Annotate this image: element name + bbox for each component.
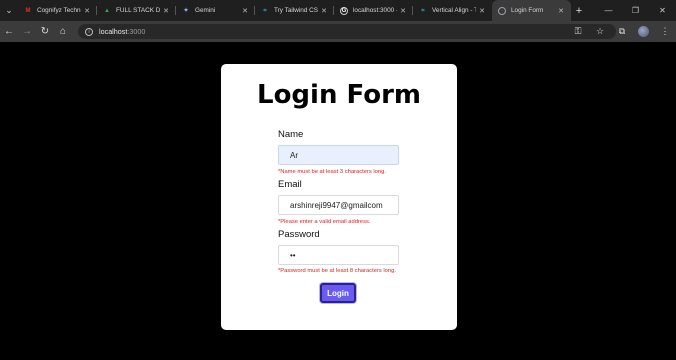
minimize-icon[interactable]: — — [595, 0, 622, 21]
close-window-icon[interactable]: ✕ — [649, 0, 676, 21]
new-tab-icon[interactable]: + — [571, 0, 587, 21]
tab-close-icon[interactable]: ✕ — [241, 7, 249, 15]
tab-title: Gemini — [195, 7, 216, 14]
login-card: Login Form Name Ar *Name must be at leas… — [221, 64, 457, 330]
name-label: Name — [278, 129, 304, 140]
password-label: Password — [278, 229, 320, 240]
password-error: *Password must be at least 8 characters … — [278, 268, 396, 274]
tab-gemini[interactable]: ✦ Gemini ✕ — [176, 0, 255, 21]
gmail-icon: M — [25, 7, 31, 14]
tab-search-icon[interactable]: ⌄ — [0, 0, 18, 21]
tab-title: Vertical Align - T — [432, 7, 476, 14]
gemini-icon: ✦ — [183, 8, 189, 14]
tab-cognifyz[interactable]: M Cognifyz Technol ✕ — [18, 0, 97, 21]
browser-toolbar: ← → ↻ ⌂ i localhost:3000 ⚿ ☆ ⧉ ⋮ — [0, 21, 676, 42]
forward-icon[interactable]: → — [18, 21, 36, 42]
password-input[interactable]: •• — [278, 245, 399, 265]
tab-close-icon[interactable]: ✕ — [557, 7, 565, 15]
tab-close-icon[interactable]: ✕ — [83, 7, 91, 15]
form-title: Login Form — [257, 80, 421, 110]
tailwind-icon: ≈ — [421, 7, 425, 14]
extensions-icon[interactable]: ⧉ — [611, 21, 633, 42]
tab-login-form[interactable]: Login Form ✕ — [492, 0, 571, 21]
address-port: :3000 — [127, 27, 146, 36]
bookmark-star-icon[interactable]: ☆ — [589, 21, 611, 42]
address-host: localhost — [99, 27, 128, 36]
globe-icon — [498, 6, 506, 15]
maximize-icon[interactable]: ❐ — [622, 0, 649, 21]
page-viewport: Login Form Name Ar *Name must be at leas… — [0, 42, 676, 360]
tab-close-icon[interactable]: ✕ — [162, 7, 170, 15]
toolbar-actions: ⚿ ☆ ⧉ ⋮ — [567, 21, 676, 42]
tab-close-icon[interactable]: ✕ — [399, 7, 407, 15]
reload-icon[interactable]: ↻ — [36, 21, 54, 42]
tab-title: Cognifyz Technol — [37, 7, 81, 14]
profile-avatar[interactable] — [638, 26, 649, 37]
email-error: *Please enter a valid email address. — [278, 219, 371, 225]
tailwind-icon: ≈ — [263, 7, 267, 14]
tab-tailwind[interactable]: ≈ Try Tailwind CSS ✕ — [255, 0, 334, 21]
name-error: *Name must be at least 3 characters long… — [278, 169, 386, 175]
email-input[interactable]: arshinreji9947@gmailcom — [278, 195, 399, 215]
tab-title: FULL STACK DEVE — [116, 7, 160, 14]
tab-title: Try Tailwind CSS — [274, 7, 318, 14]
tab-title: localhost:3000 - C — [353, 7, 397, 14]
address-bar[interactable]: i localhost:3000 — [78, 24, 616, 39]
password-key-icon[interactable]: ⚿ — [567, 21, 589, 42]
tab-vertical-align[interactable]: ≈ Vertical Align - T ✕ — [413, 0, 492, 21]
back-icon[interactable]: ← — [0, 21, 18, 42]
tab-localhost[interactable]: G localhost:3000 - C ✕ — [334, 0, 413, 21]
google-icon: G — [340, 6, 348, 15]
tab-title: Login Form — [511, 7, 544, 14]
window-controls: — ❐ ✕ — [595, 0, 676, 21]
tab-close-icon[interactable]: ✕ — [478, 7, 486, 15]
menu-kebab-icon[interactable]: ⋮ — [654, 21, 676, 42]
name-input[interactable]: Ar — [278, 145, 399, 165]
tab-close-icon[interactable]: ✕ — [320, 7, 328, 15]
email-label: Email — [278, 179, 302, 190]
drive-icon: ▲ — [104, 7, 110, 14]
browser-tab-strip: ⌄ M Cognifyz Technol ✕ ▲ FULL STACK DEVE… — [0, 0, 676, 21]
login-button[interactable]: Login — [320, 283, 356, 303]
site-info-icon[interactable]: i — [85, 27, 93, 36]
tab-full-stack[interactable]: ▲ FULL STACK DEVE ✕ — [97, 0, 176, 21]
home-icon[interactable]: ⌂ — [54, 21, 72, 42]
